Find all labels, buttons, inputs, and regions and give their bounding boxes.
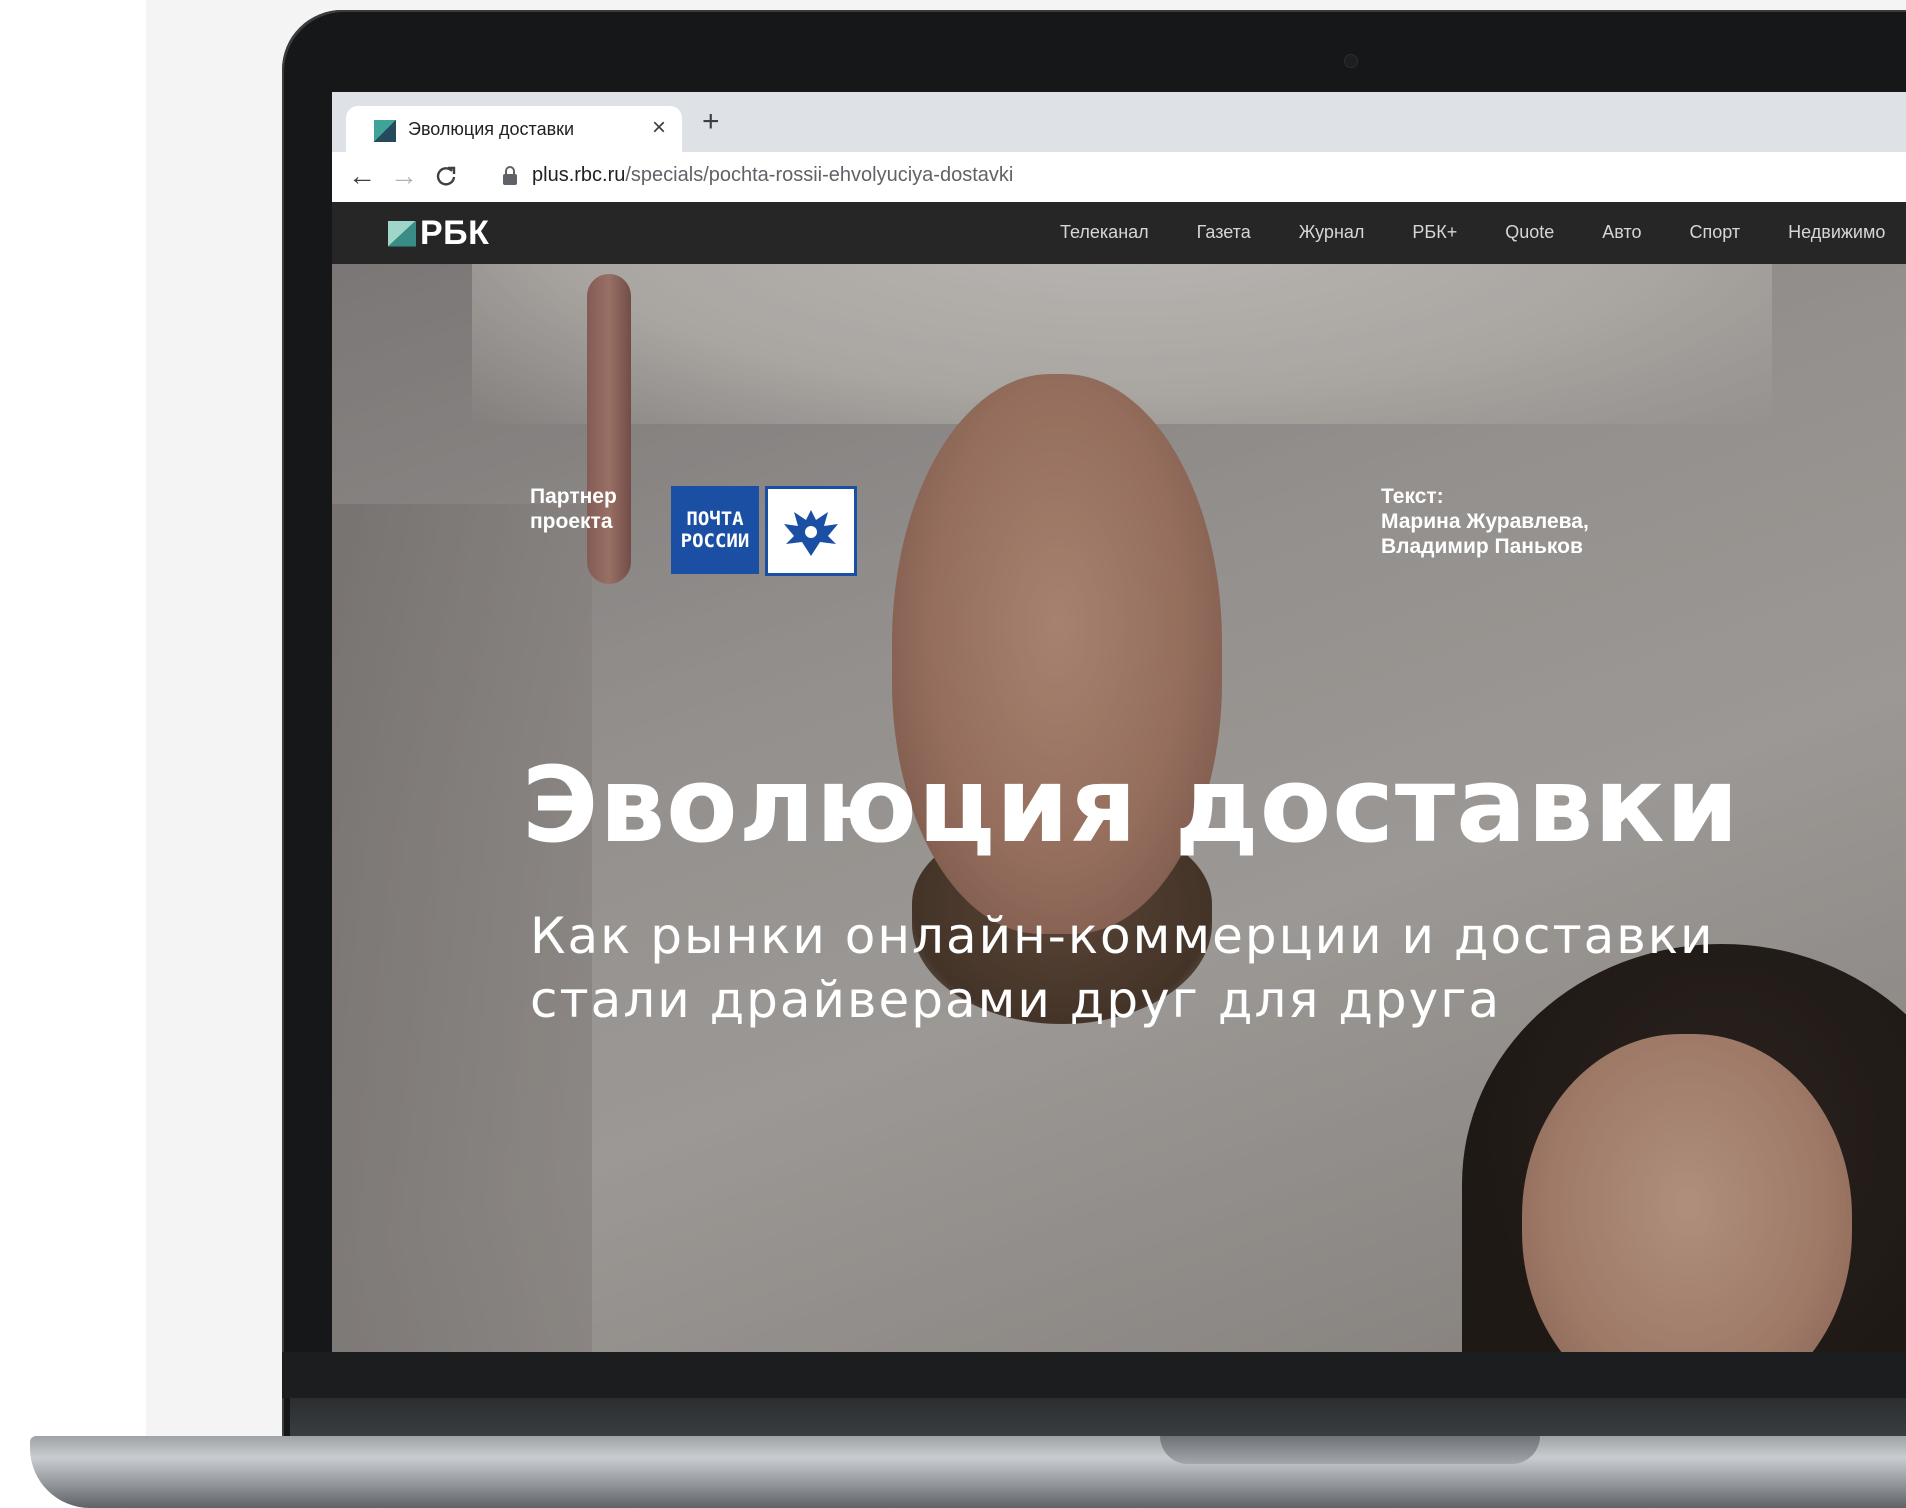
browser-toolbar: ← → plus.rbc.ru/specials/pochta-rossii-e…: [332, 152, 1906, 203]
url-host: plus.rbc.ru: [532, 164, 626, 186]
nav-link-realty[interactable]: Недвижимо: [1788, 222, 1885, 243]
nav-link-newspaper[interactable]: Газета: [1197, 222, 1251, 243]
partner-logo-line1: ПОЧТА: [686, 508, 744, 530]
double-eagle-emblem-icon: [765, 486, 857, 576]
nav-link-auto[interactable]: Авто: [1602, 222, 1641, 243]
subtitle-line-1: Как рынки онлайн-коммерции и доставки: [530, 907, 1715, 965]
credits-author-1: Марина Журавлева,: [1381, 510, 1589, 533]
laptop-base: [30, 1436, 1906, 1508]
subtitle-line-2: стали драйверами друг для друга: [530, 971, 1502, 1029]
lock-icon: [502, 166, 518, 186]
forward-arrow-icon[interactable]: →: [390, 160, 418, 192]
camera-icon: [1344, 54, 1358, 68]
partner-label-line2: проекта: [530, 510, 613, 533]
close-icon[interactable]: ×: [652, 114, 666, 142]
new-tab-button[interactable]: +: [702, 106, 720, 138]
partner-logo-line2: РОССИИ: [680, 530, 750, 552]
browser-tabbar: Эволюция доставки × +: [332, 92, 1906, 152]
laptop-hinge: [290, 1398, 1906, 1436]
site-header: РБК Телеканал Газета Журнал РБК+ Quote А…: [332, 202, 1906, 264]
logo-text: РБК: [420, 214, 490, 252]
page-subtitle: Как рынки онлайн-коммерции и доставки ст…: [530, 904, 1714, 1032]
rbc-logo[interactable]: РБК: [388, 214, 489, 253]
laptop-screen: Эволюция доставки × + ← → plus.rbc.ru/sp…: [332, 92, 1906, 1352]
nav-link-rbc-plus[interactable]: РБК+: [1412, 222, 1457, 243]
credits-author-2: Владимир Паньков: [1381, 535, 1583, 558]
page-canvas: Эволюция доставки × + ← → plus.rbc.ru/sp…: [0, 0, 1906, 1508]
nav-link-quote[interactable]: Quote: [1505, 222, 1554, 243]
credits-label: Текст:: [1381, 485, 1444, 508]
site-nav: Телеканал Газета Журнал РБК+ Quote Авто …: [1060, 222, 1906, 243]
reload-icon[interactable]: [434, 160, 458, 195]
nav-link-magazine[interactable]: Журнал: [1299, 222, 1365, 243]
laptop-bezel-bottom: [282, 1352, 1906, 1398]
address-bar[interactable]: plus.rbc.ru/specials/pochta-rossii-ehvol…: [532, 164, 1013, 187]
hero-section: Партнер проекта ПОЧТА РОССИИ Текст: Мари…: [332, 264, 1906, 1352]
tab-title: Эволюция доставки: [408, 119, 575, 139]
partner-label-line1: Партнер: [530, 485, 617, 508]
page-title: Эволюция доставки: [522, 744, 1740, 866]
back-arrow-icon[interactable]: ←: [348, 160, 376, 192]
url-path: /specials/pochta-rossii-ehvolyuciya-dost…: [625, 164, 1014, 186]
credits: Текст: Марина Журавлева, Владимир Панько…: [1381, 484, 1589, 559]
rbc-logo-icon: [388, 220, 416, 247]
pochta-rossii-wordmark: ПОЧТА РОССИИ: [671, 486, 759, 574]
pochta-rossii-logo[interactable]: ПОЧТА РОССИИ: [671, 486, 857, 576]
browser-tab[interactable]: Эволюция доставки ×: [346, 106, 682, 152]
nav-link-sport[interactable]: Спорт: [1690, 222, 1741, 243]
nav-link-tv[interactable]: Телеканал: [1060, 222, 1149, 243]
laptop-base-notch: [1160, 1436, 1540, 1464]
rbc-favicon-icon: [374, 120, 396, 142]
partner-label: Партнер проекта: [530, 484, 650, 534]
